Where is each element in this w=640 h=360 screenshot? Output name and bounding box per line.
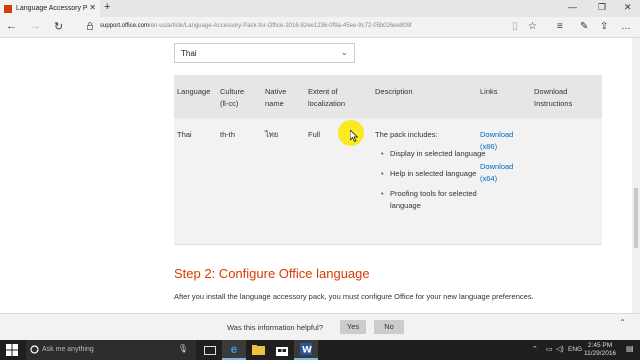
scrollbar-thumb[interactable] xyxy=(634,188,638,248)
table-header: Language Culture (ll-cc) Native name Ext… xyxy=(174,75,602,118)
step2-heading: Step 2: Configure Office language xyxy=(174,266,370,281)
cell-language: Thai xyxy=(177,130,192,139)
share-icon[interactable]: ⇪ xyxy=(600,21,608,32)
store-app-icon[interactable] xyxy=(270,340,294,360)
svg-text:W: W xyxy=(302,346,312,356)
chevron-down-icon: ⌄ xyxy=(340,47,348,57)
language-indicator[interactable]: ENG xyxy=(568,346,582,353)
cell-description-intro: The pack includes: xyxy=(375,130,438,139)
refresh-button[interactable]: ↻ xyxy=(54,20,63,33)
task-view-icon[interactable] xyxy=(198,340,222,360)
favorites-star-icon[interactable]: ☆ xyxy=(528,21,537,32)
lock-icon xyxy=(87,22,93,30)
url-field[interactable]: support.office.com/en-us/article/Languag… xyxy=(100,23,412,29)
taskbar: Ask me anything 🎙 e W ⌃ ▭ ◁) ENG 2:45 PM… xyxy=(0,340,640,360)
word-app-icon[interactable]: W xyxy=(294,340,318,360)
description-item: Help in selected language xyxy=(381,168,490,180)
tray-chevron-icon[interactable]: ⌃ xyxy=(532,345,538,353)
header-download-instructions: Download Instructions xyxy=(534,87,573,108)
close-tab-icon[interactable]: ✕ xyxy=(89,3,96,12)
action-center-icon[interactable]: ▤ xyxy=(626,344,634,353)
table-row: Thai th-th ไทย Full The pack includes: D… xyxy=(174,118,602,245)
maximize-icon[interactable]: ❐ xyxy=(598,2,606,13)
clock-date: 11/29/2016 xyxy=(584,350,617,357)
minimize-icon[interactable]: — xyxy=(568,2,577,12)
file-explorer-icon[interactable] xyxy=(246,340,270,360)
header-culture: Culture (ll-cc) xyxy=(220,87,245,108)
address-bar: ← → ↻ support.office.com/en-us/article/L… xyxy=(0,17,640,38)
description-item: Display in selected language xyxy=(381,148,490,160)
header-description: Description xyxy=(375,87,413,96)
url-path: /en-us/article/Language-Accessory-Pack-f… xyxy=(148,23,412,29)
tab-strip: Language Accessory Pack ✕ + — ❐ ✕ xyxy=(0,0,640,17)
forward-button[interactable]: → xyxy=(30,20,41,32)
web-note-icon[interactable]: ✎ xyxy=(580,21,588,32)
volume-icon[interactable]: ◁) xyxy=(556,345,564,353)
header-native-name: Native name xyxy=(265,87,287,108)
office-favicon-icon xyxy=(4,4,12,13)
back-button[interactable]: ← xyxy=(6,20,17,32)
tab-title: Language Accessory Pack xyxy=(16,5,88,12)
reading-view-icon[interactable]: ▯ xyxy=(512,21,518,32)
step2-paragraph: After you install the language accessory… xyxy=(174,292,534,301)
feedback-bar: Was this information helpful? Yes No ⌃ xyxy=(0,313,640,340)
cell-native-name: ไทย xyxy=(265,130,279,139)
cell-culture: th-th xyxy=(220,130,236,139)
language-dropdown[interactable]: Thai ⌄ xyxy=(174,43,355,63)
microphone-icon[interactable]: 🎙 xyxy=(178,344,188,353)
feedback-question: Was this information helpful? xyxy=(227,323,324,332)
header-language: Language xyxy=(177,87,211,96)
language-dropdown-value: Thai xyxy=(181,49,197,58)
page-content: Thai ⌄ Language Culture (ll-cc) Native n… xyxy=(0,38,632,313)
edge-app-icon[interactable]: e xyxy=(222,340,246,360)
feedback-no-button[interactable]: No xyxy=(374,320,404,334)
browser-tab[interactable]: Language Accessory Pack ✕ xyxy=(0,0,100,17)
download-x86-link[interactable]: Download (x86) xyxy=(480,129,524,153)
system-clock[interactable]: 2:45 PM 11/29/2016 xyxy=(584,342,616,358)
search-placeholder: Ask me anything xyxy=(42,346,94,353)
description-list: Display in selected language Help in sel… xyxy=(381,148,490,220)
new-tab-button[interactable]: + xyxy=(104,1,110,13)
feedback-yes-button[interactable]: Yes xyxy=(340,320,366,334)
cortana-icon xyxy=(30,345,39,354)
page-scrollbar[interactable] xyxy=(632,38,640,313)
description-item: Proofing tools for selected language xyxy=(381,188,490,212)
hub-icon[interactable]: ≡ xyxy=(557,21,563,32)
close-window-icon[interactable]: ✕ xyxy=(624,2,632,13)
chevron-up-icon[interactable]: ⌃ xyxy=(619,318,626,327)
cortana-search-box[interactable]: Ask me anything 🎙 xyxy=(26,340,196,360)
more-icon[interactable]: … xyxy=(621,21,631,32)
header-links: Links xyxy=(480,87,498,96)
header-extent: Extent of localization xyxy=(308,87,346,108)
download-x64-link[interactable]: Download (x64) xyxy=(480,161,524,185)
clock-time: 2:45 PM xyxy=(587,342,613,349)
url-domain: support.office.com xyxy=(100,23,149,29)
mouse-pointer-icon xyxy=(350,130,358,142)
network-icon[interactable]: ▭ xyxy=(546,345,553,353)
cell-extent: Full xyxy=(308,130,321,139)
windows-start-icon[interactable] xyxy=(6,344,18,356)
